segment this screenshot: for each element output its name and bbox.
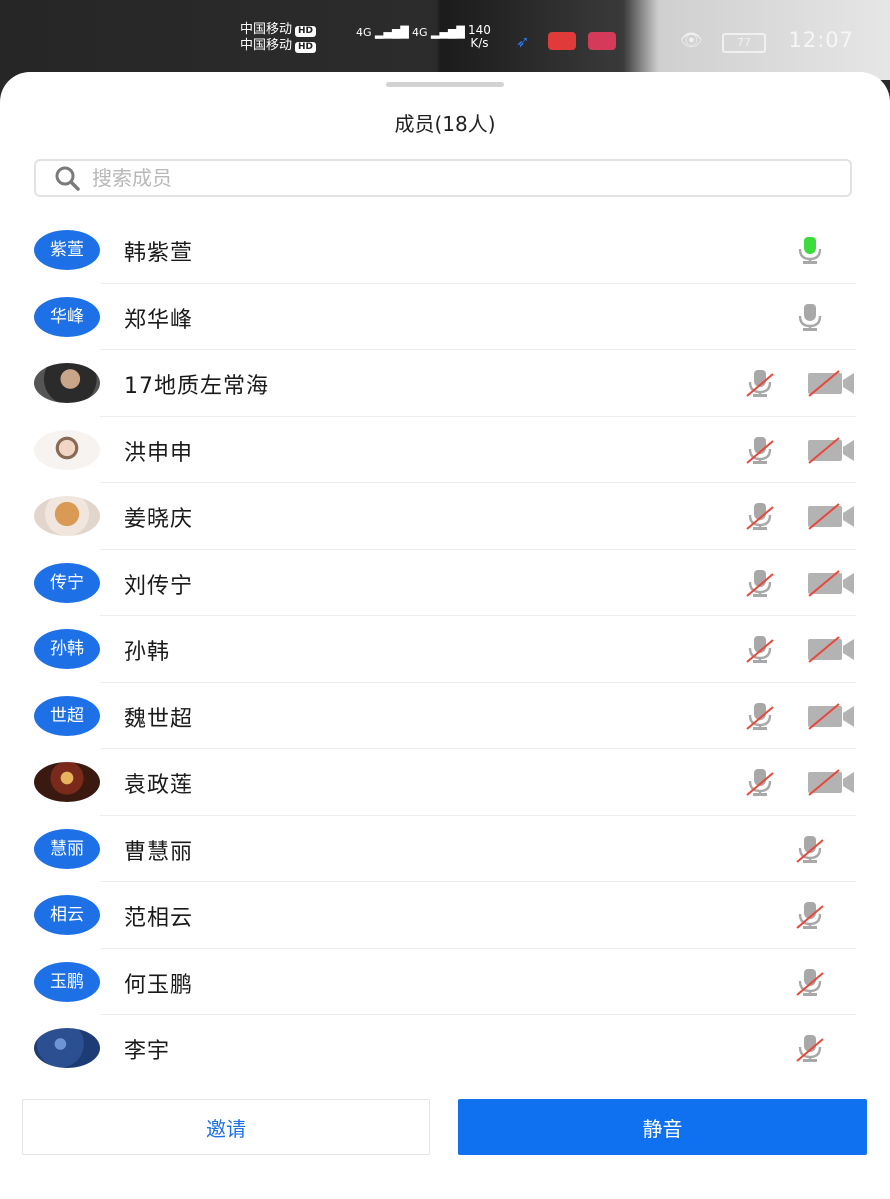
microphone-muted-icon[interactable] bbox=[794, 1032, 826, 1064]
member-name: 孙韩 bbox=[124, 640, 171, 665]
clock: 12:07 bbox=[788, 28, 854, 52]
camera-off-icon[interactable] bbox=[806, 635, 856, 663]
carrier-2: 中国移动 bbox=[240, 38, 293, 53]
eye-icon: 👁 bbox=[680, 30, 703, 51]
signal-1: 4G ▂▄▆█ bbox=[356, 26, 409, 39]
member-list: 紫萱 韩紫萱 华峰 郑华峰 17地质左常海 洪申申 姜晓庆 传宁 刘传宁 孙韩 … bbox=[0, 217, 890, 1082]
member-name: 曹慧丽 bbox=[124, 839, 194, 865]
search-icon bbox=[55, 166, 80, 191]
microphone-muted-icon[interactable] bbox=[744, 567, 776, 599]
camera-off-icon[interactable] bbox=[806, 768, 856, 796]
avatar bbox=[34, 429, 100, 470]
member-row[interactable]: 慧丽 曹慧丽 bbox=[0, 816, 890, 882]
member-row[interactable]: 传宁 刘传宁 bbox=[0, 550, 890, 616]
member-name: 魏世超 bbox=[124, 706, 194, 732]
network-speed: 140 K/s bbox=[468, 23, 491, 50]
microphone-muted-icon[interactable] bbox=[744, 434, 776, 466]
microphone-muted-icon[interactable] bbox=[744, 500, 776, 532]
avatar: 玉鹏 bbox=[34, 961, 100, 1002]
notification-icon: ➶ bbox=[516, 32, 530, 51]
member-row[interactable]: 姜晓庆 bbox=[0, 483, 890, 550]
member-name: 洪申申 bbox=[124, 440, 194, 466]
sheet-footer: 邀请 静音 bbox=[0, 1099, 890, 1159]
camera-off-icon[interactable] bbox=[806, 702, 856, 730]
hd-badge: HD bbox=[295, 26, 317, 37]
member-name: 韩紫萱 bbox=[124, 241, 194, 266]
search-input[interactable] bbox=[90, 165, 794, 191]
app-notification-icon bbox=[588, 32, 616, 50]
hd-badge: HD bbox=[295, 42, 317, 53]
carrier-1: 中国移动 bbox=[240, 22, 293, 37]
member-row[interactable]: 洪申申 bbox=[0, 417, 890, 483]
member-row[interactable]: 袁政莲 bbox=[0, 749, 890, 816]
search-box[interactable] bbox=[34, 159, 852, 197]
member-name: 刘传宁 bbox=[124, 573, 194, 599]
microphone-muted-icon[interactable] bbox=[744, 633, 776, 665]
invite-label: 邀请 bbox=[206, 1116, 246, 1141]
avatar bbox=[34, 363, 100, 403]
avatar: 相云 bbox=[34, 895, 100, 935]
drag-handle[interactable] bbox=[386, 82, 504, 87]
members-sheet: 成员(18人) 紫萱韩紫萱 华峰郑华峰 17地质左常海 洪申申 姜 bbox=[0, 72, 890, 1199]
microphone-icon[interactable] bbox=[794, 301, 826, 333]
member-name: 姜晓庆 bbox=[124, 507, 194, 532]
microphone-muted-icon[interactable] bbox=[744, 700, 776, 732]
camera-off-icon[interactable] bbox=[806, 502, 856, 530]
avatar: 孙韩 bbox=[34, 629, 100, 669]
member-row[interactable]: 世超 魏世超 bbox=[0, 683, 890, 749]
battery-level: 77 bbox=[737, 36, 751, 49]
member-row[interactable]: 孙韩 孙韩 bbox=[0, 616, 890, 683]
carrier-info: 中国移动 HD 中国移动 HD bbox=[240, 22, 317, 54]
avatar: 华峰 bbox=[34, 296, 100, 337]
camera-off-icon[interactable] bbox=[806, 436, 856, 464]
status-bar: 中国移动 HD 中国移动 HD 4G ▂▄▆█ 4G ▂▄▆█ 140 K/s ➶ … bbox=[0, 0, 890, 80]
member-row[interactable]: 17地质左常海 bbox=[0, 350, 890, 417]
camera-off-icon[interactable] bbox=[806, 569, 856, 597]
member-row[interactable]: 华峰 郑华峰 bbox=[0, 284, 890, 350]
microphone-muted-icon[interactable] bbox=[794, 833, 826, 865]
member-row[interactable]: 李宇 bbox=[0, 1015, 890, 1082]
invite-button[interactable]: 邀请 bbox=[22, 1099, 430, 1155]
microphone-icon[interactable] bbox=[794, 234, 826, 266]
avatar: 世超 bbox=[34, 695, 100, 736]
member-name: 袁政莲 bbox=[124, 773, 194, 798]
member-name: 郑华峰 bbox=[124, 307, 194, 333]
mute-label: 静音 bbox=[642, 1116, 683, 1141]
avatar: 慧丽 bbox=[34, 828, 100, 869]
microphone-muted-icon[interactable] bbox=[744, 766, 776, 798]
mute-all-button[interactable]: 静音 bbox=[458, 1099, 867, 1155]
sheet-title: 成员(18人) bbox=[394, 112, 496, 136]
microphone-muted-icon[interactable] bbox=[744, 367, 776, 399]
member-name: 17地质左常海 bbox=[124, 374, 269, 399]
signal-2: 4G ▂▄▆█ bbox=[412, 26, 465, 39]
member-name: 李宇 bbox=[124, 1039, 171, 1064]
camera-off-icon[interactable] bbox=[806, 369, 856, 397]
battery-icon: 77 bbox=[722, 33, 766, 53]
avatar bbox=[34, 496, 100, 536]
avatar: 传宁 bbox=[34, 562, 100, 603]
member-row[interactable]: 玉鹏 何玉鹏 bbox=[0, 949, 890, 1015]
member-name: 何玉鹏 bbox=[124, 972, 194, 998]
member-name: 范相云 bbox=[124, 906, 194, 931]
member-row[interactable]: 紫萱 韩紫萱 bbox=[0, 217, 890, 284]
microphone-muted-icon[interactable] bbox=[794, 899, 826, 931]
avatar: 紫萱 bbox=[34, 230, 100, 270]
recorder-notification-icon bbox=[548, 32, 576, 50]
member-row[interactable]: 相云 范相云 bbox=[0, 882, 890, 949]
avatar bbox=[34, 762, 100, 802]
avatar bbox=[34, 1028, 100, 1068]
microphone-muted-icon[interactable] bbox=[794, 966, 826, 998]
